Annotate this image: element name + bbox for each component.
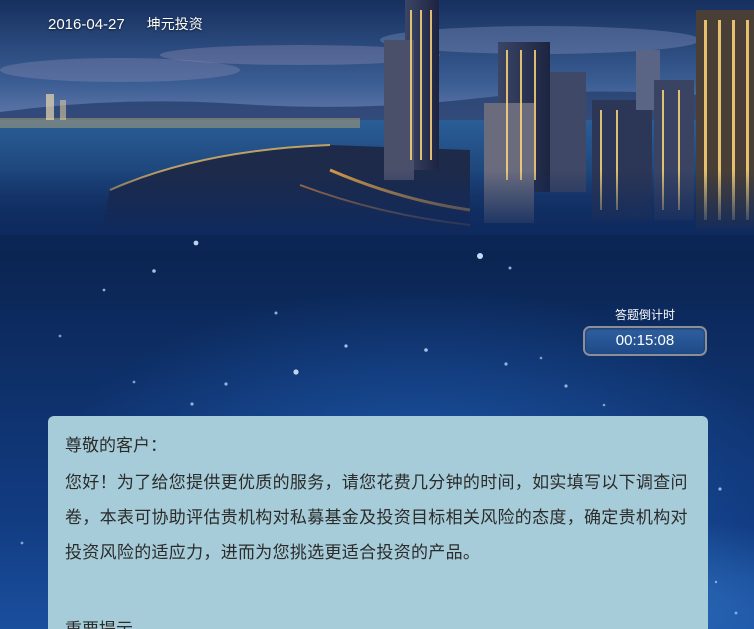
countdown-timer: 答题倒计时 00:15:08	[581, 306, 709, 356]
countdown-value: 00:15:08	[583, 326, 707, 356]
countdown-label: 答题倒计时	[614, 308, 675, 322]
intro-panel: 尊敬的客户： 您好！为了给您提供更优质的服务，请您花费几分钟的时间，如实填写以下…	[48, 416, 708, 629]
header-bar: 2016-04-27 坤元投资	[48, 13, 203, 35]
intro-greeting: 尊敬的客户：	[65, 436, 167, 456]
intro-body-text: 您好！为了给您提供更优质的服务，请您花费几分钟的时间，如实填写以下调查问卷，本表…	[65, 473, 688, 563]
notice-heading: 重要提示	[65, 616, 133, 629]
brand-name: 坤元投资	[146, 17, 203, 33]
page-background: 2016-04-27 坤元投资 答题倒计时 00:15:08 尊敬的客户： 您好…	[0, 0, 754, 629]
header-date: 2016-04-27	[48, 15, 125, 33]
